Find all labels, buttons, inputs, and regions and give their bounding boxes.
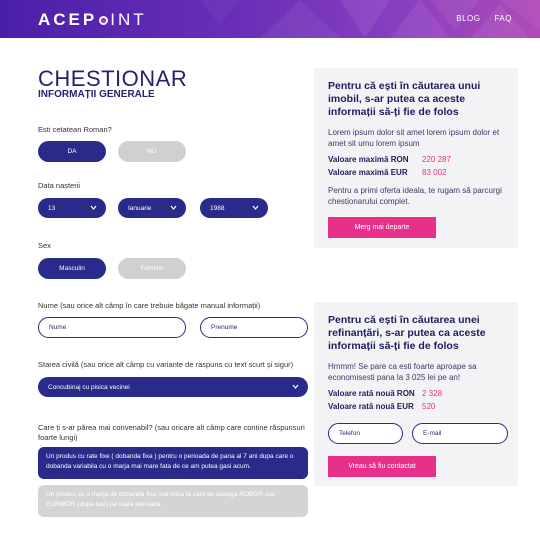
continue-button[interactable]: Merg mai departe: [328, 217, 436, 238]
first-name-input[interactable]: Prenume: [200, 317, 308, 338]
new-rate-ron-label: Valoare rată nouă RON: [328, 389, 415, 398]
site-header: ACEP INT BLOG FAQ: [0, 0, 540, 38]
logo[interactable]: ACEP INT: [38, 10, 147, 30]
max-eur-row: Valoare maximă EUR 83 002: [328, 168, 504, 177]
birth-month-value: Ianuarie: [128, 204, 152, 212]
card-body: Hmmm! Se pare ca esti foarte aproape sa …: [328, 362, 477, 382]
nav-faq-link[interactable]: FAQ: [494, 14, 512, 23]
birth-year-value: 1988: [210, 204, 225, 212]
option-variable-rate[interactable]: Un produs cu o marja de dobanda fixa mai…: [38, 485, 308, 517]
card-heading: Pentru că ești în căutarea unui imobil, …: [328, 80, 481, 118]
chevron-down-icon: [252, 205, 259, 210]
card-heading: Pentru că ești în căutarea unei refinanț…: [328, 314, 486, 352]
contact-me-button[interactable]: Vreau să fiu contactat: [328, 456, 436, 477]
max-eur-label: Valoare maximă EUR: [328, 168, 408, 177]
birth-day-value: 13: [48, 204, 56, 212]
main-nav: BLOG FAQ: [456, 14, 512, 23]
chevron-down-icon: [90, 205, 97, 210]
nav-blog-link[interactable]: BLOG: [456, 14, 480, 23]
chevron-down-icon: [170, 205, 177, 210]
max-ron-row: Valoare maximă RON 220 287: [328, 155, 504, 164]
convenient-label: Care ți s-ar părea mai convenabil? (sau …: [38, 423, 305, 442]
card-body: Lorem ipsum dolor sit amet lorem ipsum d…: [328, 128, 500, 148]
max-ron-label: Valoare maximă RON: [328, 155, 409, 164]
citizen-no-button[interactable]: NU: [118, 141, 186, 162]
option-fixed-rate[interactable]: Un produs cu rate fixe ( dobanda fixa ) …: [38, 447, 308, 479]
max-eur-value: 83 002: [422, 168, 447, 177]
logo-dot-icon: [99, 15, 109, 25]
citizen-yes-button[interactable]: DA: [38, 141, 106, 162]
birth-day-select[interactable]: 13: [38, 198, 106, 218]
civil-status-select[interactable]: Concubinaj cu pisica vecinei: [38, 377, 308, 397]
card-footer: Pentru a primi oferta ideala, te rugam s…: [328, 186, 502, 206]
last-name-input[interactable]: Nume: [38, 317, 186, 338]
citizen-question: Esti cetatean Roman?: [38, 125, 112, 134]
email-input[interactable]: E-mail: [412, 423, 508, 444]
sex-female-button[interactable]: Feminin: [118, 258, 186, 279]
new-rate-eur-label: Valoare rată nouă EUR: [328, 402, 414, 411]
civil-status-value: Concubinaj cu pisica vecinei: [48, 383, 130, 391]
new-rate-eur-value: 520: [422, 402, 436, 411]
max-ron-value: 220 287: [422, 155, 451, 164]
page-subtitle: INFORMAȚII GENERALE: [38, 89, 155, 100]
new-rate-ron-value: 2 328: [422, 389, 443, 398]
phone-input[interactable]: Telefon: [328, 423, 403, 444]
chevron-down-icon: [292, 384, 299, 389]
logo-text-left: ACEP: [38, 10, 98, 29]
civil-status-label: Starea civilă (sau orice alt câmp cu var…: [38, 360, 294, 369]
sex-male-button[interactable]: Masculin: [38, 258, 106, 279]
birth-date-label: Data nașterii: [38, 181, 81, 190]
logo-text-right: INT: [110, 10, 147, 29]
new-rate-eur-row: Valoare rată nouă EUR 520: [328, 402, 504, 411]
sex-label: Sex: [38, 241, 51, 250]
birth-year-select[interactable]: 1988: [200, 198, 268, 218]
name-label: Nume (sau orice alt câmp în care trebuie…: [38, 301, 261, 310]
birth-month-select[interactable]: Ianuarie: [118, 198, 186, 218]
new-rate-ron-row: Valoare rată nouă RON 2 328: [328, 389, 504, 398]
